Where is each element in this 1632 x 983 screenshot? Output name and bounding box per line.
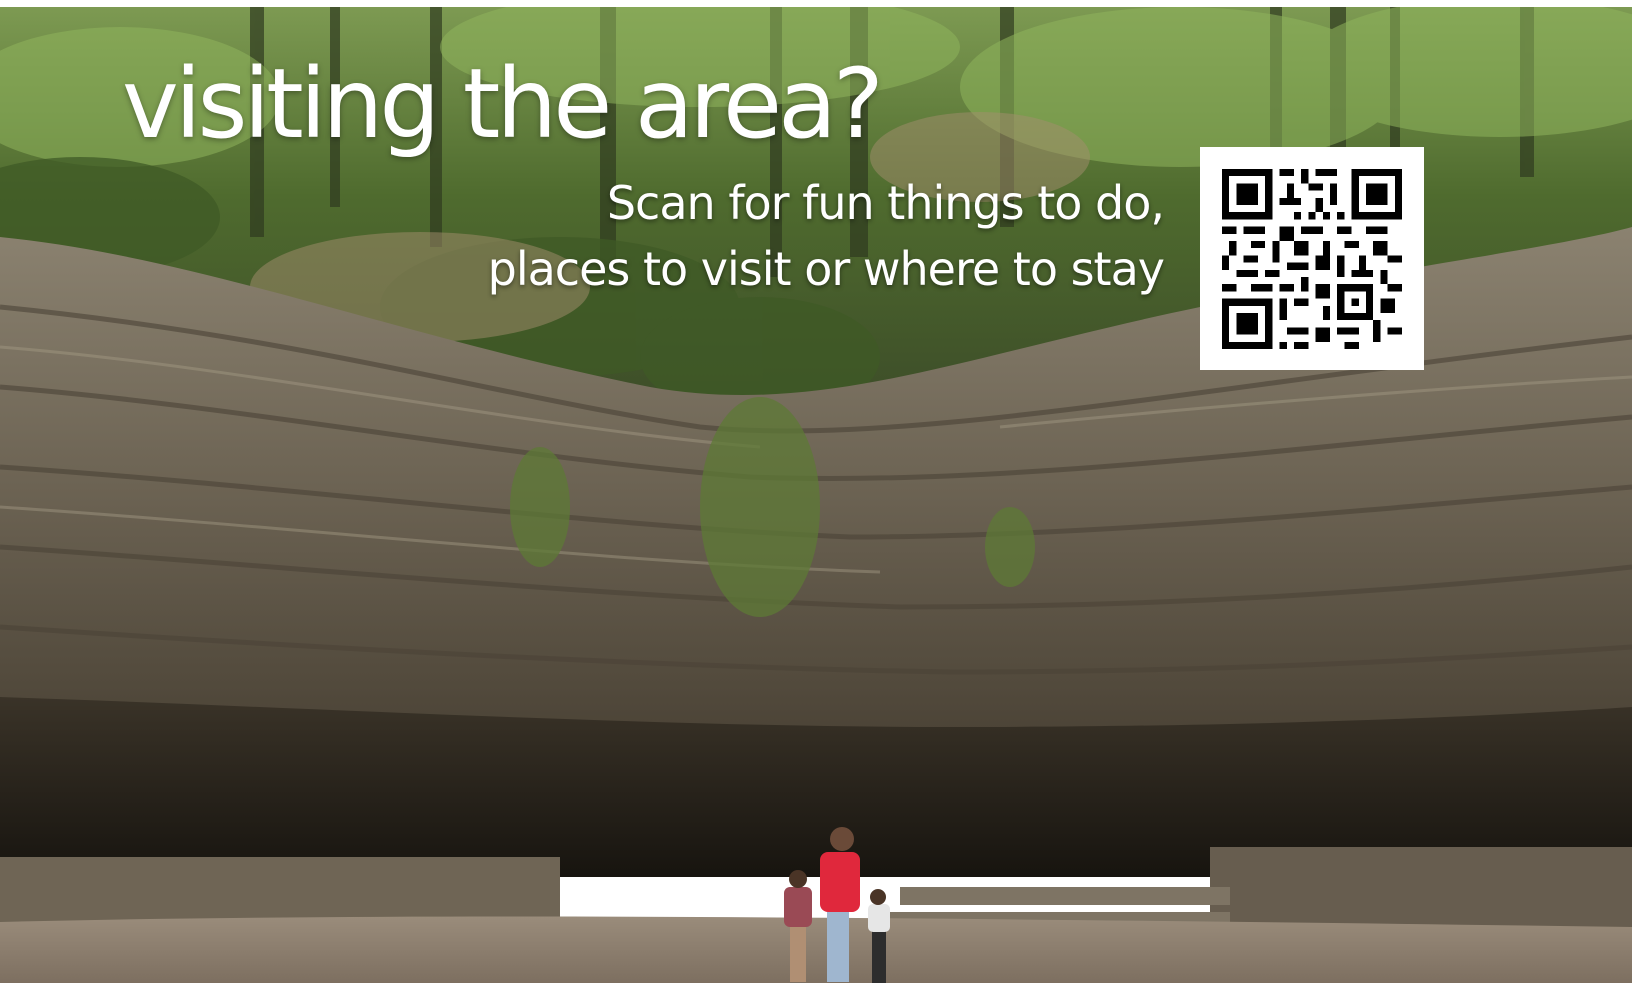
poster: visiting the area? Scan for fun things t… xyxy=(0,0,1632,983)
scan-instructions-line-2: places to visit or where to stay xyxy=(487,242,1165,296)
scan-instructions: Scan for fun things to do, places to vis… xyxy=(487,170,1165,302)
qr-card[interactable] xyxy=(1200,147,1424,370)
scan-instructions-line-1: Scan for fun things to do, xyxy=(606,176,1165,230)
qr-code-icon[interactable] xyxy=(1222,169,1402,349)
headline: visiting the area? xyxy=(122,48,884,160)
